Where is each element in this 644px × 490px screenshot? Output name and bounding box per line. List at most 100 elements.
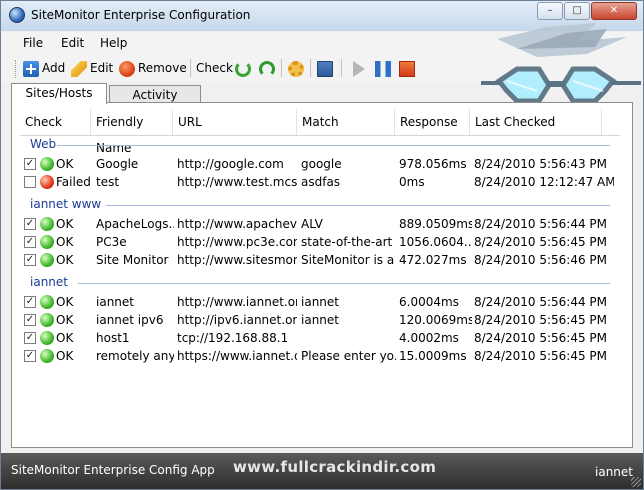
table-row[interactable]: ✓ OK ApacheLogs...http://www.apachevi... AL… [22,215,622,233]
toolbar-grip[interactable] [15,60,19,78]
table-row[interactable]: Failed test http://www.test.mcs asdfas 0ms 8/… [22,173,622,191]
row-checkbox[interactable]: ✓ [24,158,36,170]
watermark-text: www.fullcrackindir.com [233,458,437,476]
tab-sites-hosts[interactable]: Sites/Hosts [11,83,107,104]
refresh-button[interactable] [235,58,254,78]
row-checkbox[interactable]: ✓ [24,218,36,230]
row-match: asdfas [301,175,341,189]
refresh-icon [235,60,251,77]
row-response: 4.0002ms [399,331,459,345]
pencil-icon [71,60,87,77]
row-checkbox[interactable]: ✓ [24,314,36,326]
table-row[interactable]: ✓ OK iannet ipv6 http://ipv6.iannet.org iann… [22,311,622,329]
row-last-checked: 8/24/2010 5:56:44 PM [474,217,608,231]
add-icon [23,60,39,77]
row-response: 978.056ms [399,157,467,171]
row-checkbox[interactable]: ✓ [24,296,36,308]
row-last-checked: 8/24/2010 5:56:43 PM [474,157,608,171]
gear-icon [288,60,304,77]
row-status: OK [56,217,74,231]
app-globe-icon [9,7,25,23]
settings-button[interactable] [288,58,307,78]
row-checkbox[interactable]: ✓ [24,254,36,266]
status-ok-icon [40,235,54,249]
row-response: 889.0509ms [399,217,472,231]
column-header-last-checked[interactable]: Last Checked [470,109,602,135]
row-status: OK [56,349,74,363]
group-header: Web [30,137,57,151]
row-checkbox[interactable]: ✓ [24,332,36,344]
remove-button[interactable]: Remove [119,58,187,78]
row-checkbox[interactable] [24,176,36,188]
toolbar-separator [310,59,311,77]
row-response: 0ms [399,175,425,189]
group-divider [106,205,610,206]
row-friendly-name: Google [96,157,139,171]
window-title: SiteMonitor Enterprise Configuration [31,8,251,22]
toolbar-separator [341,59,342,77]
column-header-match[interactable]: Match [297,109,395,135]
play-button[interactable] [353,58,372,78]
row-status: OK [56,313,74,327]
check-button[interactable]: Check [196,58,233,78]
close-button[interactable]: ✕ [591,2,637,20]
table-row[interactable]: ✓ OK host1 tcp://192.168.88.1 4.0002ms 8/24/2… [22,329,622,347]
row-match: state-of-the-art [301,235,393,249]
group-divider [78,283,610,284]
status-ok-icon [40,217,54,231]
table-row[interactable]: ✓ OK Google http://google.com google 978.056m… [22,155,622,173]
status-user: iannet [595,465,633,479]
monitor-button[interactable] [317,58,336,78]
row-checkbox[interactable]: ✓ [24,350,36,362]
add-button[interactable]: Add [23,58,65,78]
edit-button[interactable]: Edit [71,58,113,78]
row-last-checked: 8/24/2010 5:56:45 PM [474,331,608,345]
row-friendly-name: iannet [96,295,134,309]
menu-file[interactable]: File [23,36,43,50]
column-header-friendly-name[interactable]: Friendly Name [91,109,173,155]
row-friendly-name: PC3e [96,235,127,249]
row-status: OK [56,253,74,267]
minimize-button[interactable]: – [537,2,563,20]
tab-activity[interactable]: Activity [109,85,201,103]
resize-grip[interactable] [631,477,641,487]
table-row[interactable]: ✓ OK Site Monitor http://www.sitesmoni... Si… [22,251,622,269]
row-last-checked: 8/24/2010 5:56:45 PM [474,235,608,249]
pause-button[interactable] [375,58,394,78]
row-match: SiteMonitor is a ... [301,253,396,267]
status-ok-icon [40,253,54,267]
status-bar: SiteMonitor Enterprise Config App www.fu… [1,453,643,489]
row-url: http://www.apachevi... [177,217,297,231]
row-friendly-name: test [96,175,120,189]
table-row[interactable]: ✓ OK iannet http://www.iannet.org iannet 6.00… [22,293,622,311]
row-status: Failed [56,175,91,189]
stop-button[interactable] [399,58,418,78]
row-response: 472.027ms [399,253,467,267]
refresh-all-button[interactable] [259,58,278,78]
column-header-url[interactable]: URL [173,109,297,135]
row-status: OK [56,331,74,345]
menu-edit[interactable]: Edit [61,36,84,50]
status-ok-icon [40,331,54,345]
play-icon [353,60,369,77]
row-response: 6.0004ms [399,295,459,309]
maximize-button[interactable]: □ [564,2,590,20]
table-row[interactable]: ✓ OK PC3e http://www.pc3e.com state-of-the-a… [22,233,622,251]
column-header-check[interactable]: Check [20,109,91,135]
row-url: https://www.iannet.org [177,349,297,363]
row-checkbox[interactable]: ✓ [24,236,36,248]
row-friendly-name: remotely any... [96,349,174,363]
row-friendly-name: ApacheLogs... [96,217,174,231]
stop-icon [399,60,415,77]
remove-label: Remove [138,61,187,75]
group-header: iannet [30,275,68,289]
row-url: http://google.com [177,157,284,171]
status-ok-icon [40,157,54,171]
table-row[interactable]: ✓ OK remotely any...https://www.iannet.org… [22,347,622,365]
column-header-response[interactable]: Response [395,109,470,135]
pause-icon [375,60,391,77]
status-ok-icon [40,313,54,327]
row-last-checked: 8/24/2010 12:12:47 AM [474,175,614,189]
toolbar-separator [281,59,282,77]
menu-help[interactable]: Help [100,36,127,50]
